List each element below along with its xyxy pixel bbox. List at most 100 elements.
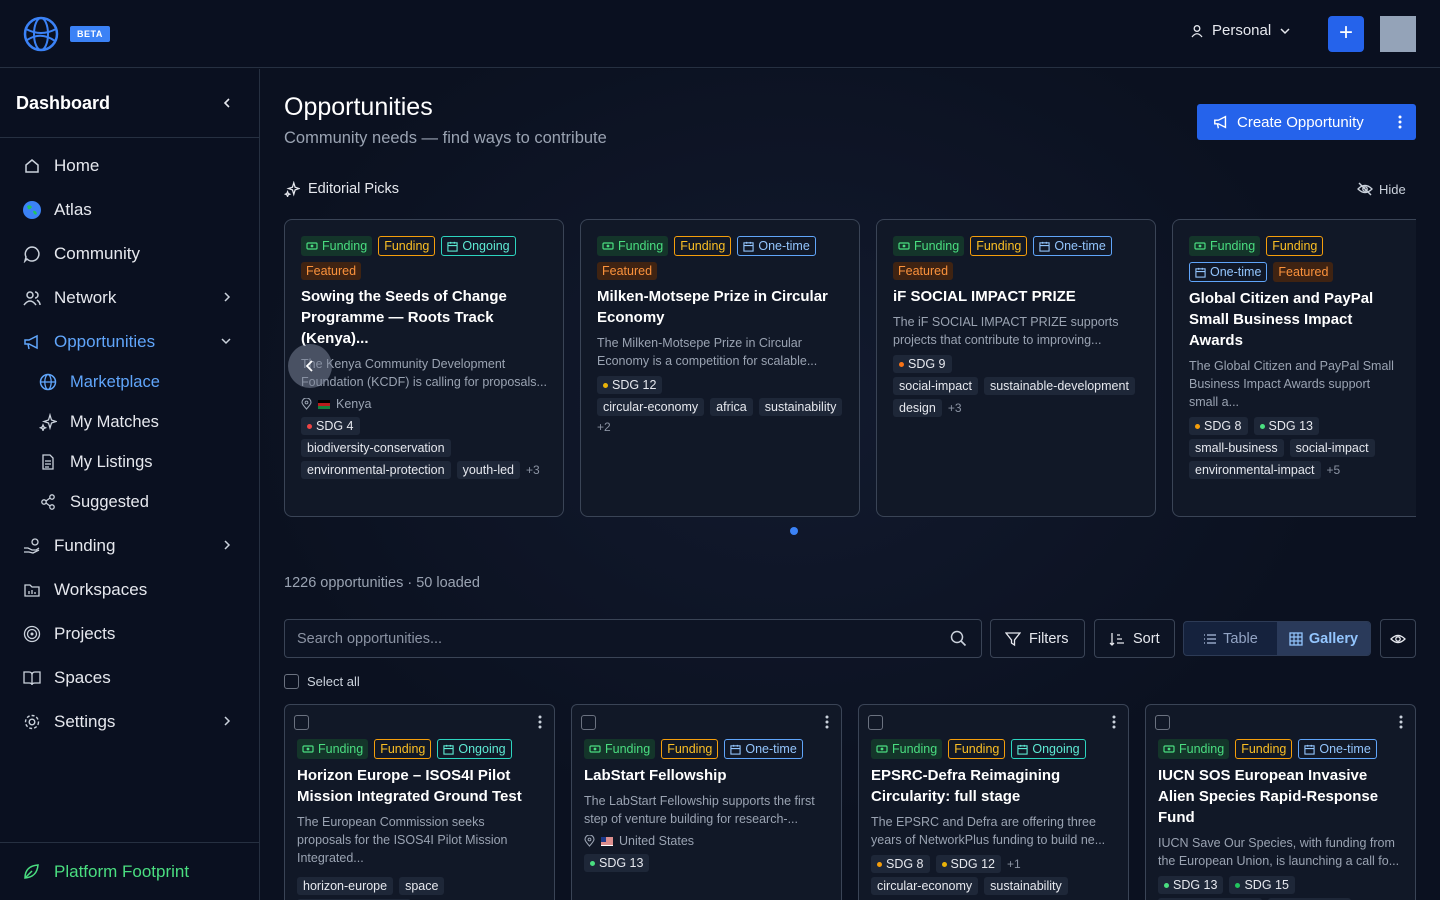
globe-logo-icon[interactable]: [22, 15, 60, 53]
card-checkbox[interactable]: [868, 715, 883, 730]
more-vertical-icon[interactable]: [825, 714, 829, 730]
opportunity-title[interactable]: EPSRC-Defra Reimagining Circularity: ful…: [871, 765, 1116, 807]
card-checkbox[interactable]: [581, 715, 596, 730]
opportunity-count: 1226 opportunities · 50 loaded: [284, 575, 480, 591]
topic-tag[interactable]: circular-economy: [597, 398, 705, 416]
sidebar-item-my-matches[interactable]: My Matches: [0, 402, 259, 442]
topic-tag[interactable]: biodiversity-conservation: [301, 439, 451, 457]
sdg-badge[interactable]: SDG 13: [1253, 417, 1319, 435]
topic-tag[interactable]: youth-led: [456, 461, 521, 479]
add-button[interactable]: +: [1328, 16, 1364, 52]
avatar[interactable]: [1380, 16, 1416, 52]
collapse-sidebar-icon[interactable]: [221, 97, 233, 109]
sidebar-item-projects[interactable]: Projects: [0, 614, 259, 654]
opportunity-title[interactable]: LabStart Fellowship: [584, 765, 829, 786]
sidebar-item-network[interactable]: Network: [0, 278, 259, 318]
topic-tag[interactable]: social-impact: [893, 377, 978, 395]
badge-label: Funding: [680, 239, 726, 253]
card-checkbox[interactable]: [1155, 715, 1170, 730]
sidebar-item-opportunities[interactable]: Opportunities: [0, 322, 259, 362]
sdg-label: SDG 15: [1244, 878, 1289, 892]
sdg-badge[interactable]: SDG 4: [301, 417, 360, 435]
carousel-indicator[interactable]: [790, 527, 798, 535]
sidebar-item-label: Spaces: [54, 668, 111, 687]
topic-tag[interactable]: design: [893, 399, 942, 417]
sdg-badge[interactable]: SDG 12: [935, 855, 1001, 873]
topic-tag[interactable]: sustainable-development: [983, 377, 1135, 395]
sidebar-item-suggested[interactable]: Suggested: [0, 482, 259, 522]
topic-tag[interactable]: sustainability: [758, 398, 843, 416]
sidebar-item-funding[interactable]: Funding: [0, 526, 259, 566]
funding-badge: Funding: [584, 739, 656, 759]
topic-tag[interactable]: environmental-impact: [1189, 461, 1321, 479]
platform-footprint-link[interactable]: Platform Footprint: [0, 842, 259, 900]
topic-tag[interactable]: small-business: [1189, 439, 1284, 457]
topic-tag[interactable]: environmental-protection: [301, 461, 451, 479]
sidebar-item-label: Workspaces: [54, 580, 148, 599]
sdg-badge[interactable]: SDG 13: [584, 854, 650, 872]
opportunity-card[interactable]: Funding Funding Ongoing Horizon Europe – …: [284, 704, 555, 900]
sdg-badge[interactable]: SDG 12: [597, 376, 663, 394]
sidebar-item-label: My Matches: [70, 412, 159, 431]
sidebar-item-atlas[interactable]: Atlas: [0, 190, 259, 230]
more-vertical-icon[interactable]: [1398, 113, 1402, 131]
hide-picks-button[interactable]: Hide: [1357, 181, 1406, 197]
opportunity-title[interactable]: Milken-Motsepe Prize in Circular Economy: [597, 286, 843, 328]
location-label: Kenya: [336, 397, 372, 411]
editorial-pick-card[interactable]: Funding Funding One-time Featured iF SOCIA…: [876, 219, 1156, 517]
filters-button[interactable]: Filters: [990, 619, 1085, 658]
opportunity-card[interactable]: Funding Funding Ongoing EPSRC-Defra Reima…: [858, 704, 1129, 900]
sdg-badge[interactable]: SDG 8: [1189, 417, 1248, 435]
topic-tag[interactable]: circular-economy: [871, 877, 979, 895]
topic-tag[interactable]: africa: [710, 398, 753, 416]
select-all-checkbox[interactable]: [284, 674, 299, 689]
badge-label: Funding: [914, 239, 960, 253]
card-checkbox[interactable]: [294, 715, 309, 730]
opportunity-title[interactable]: iF SOCIAL IMPACT PRIZE: [893, 286, 1139, 307]
topic-tag[interactable]: sustainability: [984, 877, 1068, 895]
sdg-badge[interactable]: SDG 15: [1229, 876, 1295, 894]
frequency-badge: Ongoing: [1011, 739, 1086, 759]
sidebar-item-my-listings[interactable]: My Listings: [0, 442, 259, 482]
topic-tag[interactable]: horizon-europe: [297, 877, 394, 895]
user-icon: [1191, 24, 1203, 37]
table-view-button[interactable]: Table: [1184, 622, 1277, 655]
sidebar-item-community[interactable]: Community: [0, 234, 259, 274]
hide-label: Hide: [1379, 181, 1406, 197]
more-vertical-icon[interactable]: [538, 714, 542, 730]
account-switcher[interactable]: Personal: [1190, 22, 1291, 39]
more-vertical-icon[interactable]: [1399, 714, 1403, 730]
sidebar-item-marketplace[interactable]: Marketplace: [0, 362, 259, 402]
opportunity-description: The iF SOCIAL IMPACT PRIZE supports proj…: [893, 315, 1119, 347]
topic-tag-list: small-business social-impact environmental…: [1189, 439, 1400, 479]
sidebar-item-label: Atlas: [54, 200, 92, 219]
sdg-badge[interactable]: SDG 9: [893, 355, 952, 373]
opportunity-title[interactable]: IUCN SOS European Invasive Alien Species…: [1158, 765, 1403, 828]
gallery-view-button[interactable]: Gallery: [1277, 622, 1370, 655]
opportunity-card[interactable]: Funding Funding One-time LabStart Fellows…: [571, 704, 842, 900]
topic-tag[interactable]: space: [399, 877, 445, 895]
create-opportunity-button[interactable]: Create Opportunity: [1197, 104, 1416, 140]
editorial-pick-card[interactable]: Funding Funding One-time Featured Global C…: [1172, 219, 1416, 517]
more-vertical-icon[interactable]: [1112, 714, 1116, 730]
opportunity-card[interactable]: Funding Funding One-time IUCN SOS Europea…: [1145, 704, 1416, 900]
select-all[interactable]: Select all: [284, 674, 360, 689]
carousel-prev-button[interactable]: [288, 344, 332, 388]
search-input[interactable]: Search opportunities...: [284, 619, 982, 658]
sidebar-item-home[interactable]: Home: [0, 146, 259, 186]
sidebar-item-spaces[interactable]: Spaces: [0, 658, 259, 698]
sidebar-item-settings[interactable]: Settings: [0, 702, 259, 742]
editorial-pick-card[interactable]: Funding Funding One-time Featured Milken-M…: [580, 219, 860, 517]
table-label: Table: [1223, 630, 1258, 647]
sidebar-item-workspaces[interactable]: Workspaces: [0, 570, 259, 610]
topic-tag[interactable]: social-impact: [1289, 439, 1375, 457]
badge-label: One-time: [1054, 239, 1106, 253]
sort-button[interactable]: Sort: [1094, 619, 1175, 658]
opportunity-title[interactable]: Horizon Europe – ISOS4I Pilot Mission In…: [297, 765, 542, 807]
opportunity-title[interactable]: Global Citizen and PayPal Small Business…: [1189, 288, 1400, 351]
sdg-badge[interactable]: SDG 8: [871, 855, 930, 873]
badge-label: One-time: [758, 239, 810, 253]
sdg-badge[interactable]: SDG 13: [1158, 876, 1224, 894]
opportunity-title[interactable]: Sowing the Seeds of Change Programme — R…: [301, 286, 547, 349]
visibility-button[interactable]: [1380, 619, 1416, 658]
